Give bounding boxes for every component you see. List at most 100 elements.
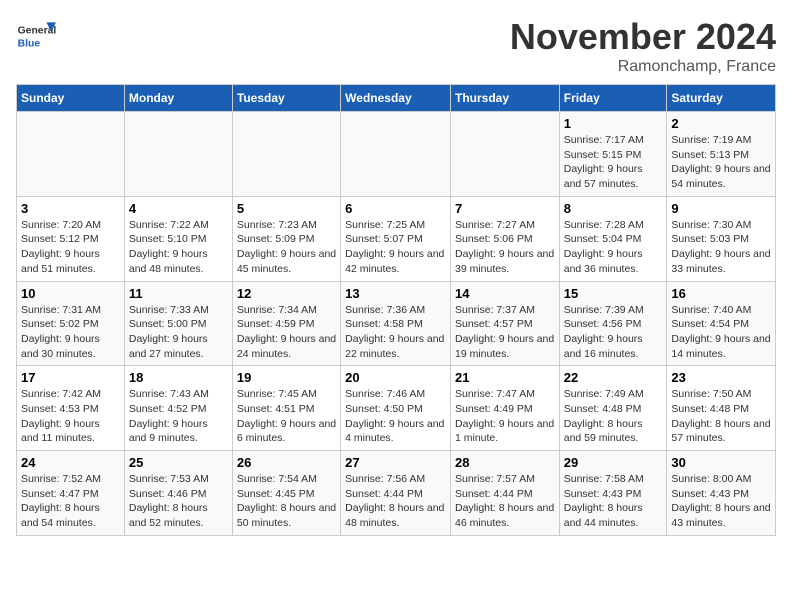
calendar-cell: 9 Sunrise: 7:30 AM Sunset: 5:03 PM Daylig…: [667, 196, 776, 281]
day-number: 8: [564, 201, 663, 216]
day-number: 11: [129, 286, 228, 301]
calendar-cell: 24 Sunrise: 7:52 AM Sunset: 4:47 PM Dayli…: [17, 451, 125, 536]
day-number: 18: [129, 370, 228, 385]
day-number: 24: [21, 455, 120, 470]
day-info: Sunrise: 7:49 AM Sunset: 4:48 PM Dayligh…: [564, 387, 663, 446]
col-header-monday: Monday: [124, 85, 232, 112]
day-number: 17: [21, 370, 120, 385]
col-header-sunday: Sunday: [17, 85, 125, 112]
day-number: 10: [21, 286, 120, 301]
calendar-cell: 7 Sunrise: 7:27 AM Sunset: 5:06 PM Daylig…: [450, 196, 559, 281]
day-number: 13: [345, 286, 446, 301]
day-info: Sunrise: 7:45 AM Sunset: 4:51 PM Dayligh…: [237, 387, 336, 446]
col-header-tuesday: Tuesday: [232, 85, 340, 112]
day-number: 2: [671, 116, 771, 131]
calendar-cell: 3Sunrise: 7:20 AM Sunset: 5:12 PM Daylig…: [17, 196, 125, 281]
day-info: Sunrise: 7:39 AM Sunset: 4:56 PM Dayligh…: [564, 303, 663, 362]
calendar-cell: 28Sunrise: 7:57 AM Sunset: 4:44 PM Dayli…: [450, 451, 559, 536]
day-number: 1: [564, 116, 663, 131]
calendar-cell: [232, 112, 340, 197]
day-info: Sunrise: 7:34 AM Sunset: 4:59 PM Dayligh…: [237, 303, 336, 362]
day-info: Sunrise: 7:56 AM Sunset: 4:44 PM Dayligh…: [345, 472, 446, 531]
day-number: 12: [237, 286, 336, 301]
day-info: Sunrise: 7:33 AM Sunset: 5:00 PM Dayligh…: [129, 303, 228, 362]
col-header-thursday: Thursday: [450, 85, 559, 112]
day-number: 29: [564, 455, 663, 470]
day-info: Sunrise: 7:46 AM Sunset: 4:50 PM Dayligh…: [345, 387, 446, 446]
calendar-cell: 12 Sunrise: 7:34 AM Sunset: 4:59 PM Dayli…: [232, 281, 340, 366]
calendar-cell: [17, 112, 125, 197]
calendar-cell: [341, 112, 451, 197]
day-info: Sunrise: 7:30 AM Sunset: 5:03 PM Dayligh…: [671, 218, 771, 277]
calendar-cell: 19 Sunrise: 7:45 AM Sunset: 4:51 PM Dayli…: [232, 366, 340, 451]
calendar-cell: 11 Sunrise: 7:33 AM Sunset: 5:00 PM Dayli…: [124, 281, 232, 366]
day-number: 7: [455, 201, 555, 216]
day-info: Sunrise: 7:20 AM Sunset: 5:12 PM Dayligh…: [21, 218, 120, 277]
day-number: 9: [671, 201, 771, 216]
day-info: Sunrise: 7:23 AM Sunset: 5:09 PM Dayligh…: [237, 218, 336, 277]
calendar-cell: 27 Sunrise: 7:56 AM Sunset: 4:44 PM Dayli…: [341, 451, 451, 536]
calendar-cell: 15Sunrise: 7:39 AM Sunset: 4:56 PM Dayli…: [559, 281, 667, 366]
day-info: Sunrise: 7:27 AM Sunset: 5:06 PM Dayligh…: [455, 218, 555, 277]
day-info: Sunrise: 7:47 AM Sunset: 4:49 PM Dayligh…: [455, 387, 555, 446]
calendar-cell: 18 Sunrise: 7:43 AM Sunset: 4:52 PM Dayli…: [124, 366, 232, 451]
day-info: Sunrise: 7:54 AM Sunset: 4:45 PM Dayligh…: [237, 472, 336, 531]
calendar-cell: 14 Sunrise: 7:37 AM Sunset: 4:57 PM Dayli…: [450, 281, 559, 366]
day-number: 16: [671, 286, 771, 301]
day-info: Sunrise: 7:22 AM Sunset: 5:10 PM Dayligh…: [129, 218, 228, 277]
col-header-wednesday: Wednesday: [341, 85, 451, 112]
day-number: 19: [237, 370, 336, 385]
day-info: Sunrise: 7:52 AM Sunset: 4:47 PM Dayligh…: [21, 472, 120, 531]
calendar-cell: 26 Sunrise: 7:54 AM Sunset: 4:45 PM Dayli…: [232, 451, 340, 536]
calendar-cell: 1Sunrise: 7:17 AM Sunset: 5:15 PM Daylig…: [559, 112, 667, 197]
day-number: 27: [345, 455, 446, 470]
day-number: 25: [129, 455, 228, 470]
day-info: Sunrise: 7:19 AM Sunset: 5:13 PM Dayligh…: [671, 133, 771, 192]
day-number: 22: [564, 370, 663, 385]
calendar-table: SundayMondayTuesdayWednesdayThursdayFrid…: [16, 84, 776, 536]
month-title: November 2024: [510, 16, 776, 58]
day-info: Sunrise: 7:43 AM Sunset: 4:52 PM Dayligh…: [129, 387, 228, 446]
title-area: November 2024 Ramonchamp, France: [510, 16, 776, 76]
svg-text:Blue: Blue: [18, 38, 41, 49]
calendar-cell: 6 Sunrise: 7:25 AM Sunset: 5:07 PM Daylig…: [341, 196, 451, 281]
col-header-friday: Friday: [559, 85, 667, 112]
day-number: 20: [345, 370, 446, 385]
calendar-cell: 10Sunrise: 7:31 AM Sunset: 5:02 PM Dayli…: [17, 281, 125, 366]
day-number: 6: [345, 201, 446, 216]
day-info: Sunrise: 7:42 AM Sunset: 4:53 PM Dayligh…: [21, 387, 120, 446]
day-info: Sunrise: 7:25 AM Sunset: 5:07 PM Dayligh…: [345, 218, 446, 277]
day-info: Sunrise: 7:37 AM Sunset: 4:57 PM Dayligh…: [455, 303, 555, 362]
calendar-cell: [450, 112, 559, 197]
logo: General Blue: [16, 16, 60, 56]
day-number: 23: [671, 370, 771, 385]
calendar-cell: 17 Sunrise: 7:42 AM Sunset: 4:53 PM Dayli…: [17, 366, 125, 451]
day-info: Sunrise: 7:53 AM Sunset: 4:46 PM Dayligh…: [129, 472, 228, 531]
calendar-cell: 23 Sunrise: 7:50 AM Sunset: 4:48 PM Dayli…: [667, 366, 776, 451]
calendar-cell: 4 Sunrise: 7:22 AM Sunset: 5:10 PM Daylig…: [124, 196, 232, 281]
day-info: Sunrise: 7:50 AM Sunset: 4:48 PM Dayligh…: [671, 387, 771, 446]
calendar-cell: 13 Sunrise: 7:36 AM Sunset: 4:58 PM Dayli…: [341, 281, 451, 366]
day-number: 4: [129, 201, 228, 216]
col-header-saturday: Saturday: [667, 85, 776, 112]
day-number: 26: [237, 455, 336, 470]
calendar-cell: 25 Sunrise: 7:53 AM Sunset: 4:46 PM Dayli…: [124, 451, 232, 536]
day-number: 14: [455, 286, 555, 301]
day-number: 5: [237, 201, 336, 216]
header: General Blue November 2024 Ramonchamp, F…: [16, 16, 776, 76]
calendar-cell: 5 Sunrise: 7:23 AM Sunset: 5:09 PM Daylig…: [232, 196, 340, 281]
calendar-cell: 21 Sunrise: 7:47 AM Sunset: 4:49 PM Dayli…: [450, 366, 559, 451]
day-number: 28: [455, 455, 555, 470]
calendar-cell: 30Sunrise: 8:00 AM Sunset: 4:43 PM Dayli…: [667, 451, 776, 536]
calendar-cell: 16Sunrise: 7:40 AM Sunset: 4:54 PM Dayli…: [667, 281, 776, 366]
calendar-cell: 29 Sunrise: 7:58 AM Sunset: 4:43 PM Dayli…: [559, 451, 667, 536]
calendar-cell: [124, 112, 232, 197]
day-info: Sunrise: 8:00 AM Sunset: 4:43 PM Dayligh…: [671, 472, 771, 531]
calendar-cell: 22 Sunrise: 7:49 AM Sunset: 4:48 PM Dayli…: [559, 366, 667, 451]
day-info: Sunrise: 7:58 AM Sunset: 4:43 PM Dayligh…: [564, 472, 663, 531]
day-number: 21: [455, 370, 555, 385]
calendar-cell: 20 Sunrise: 7:46 AM Sunset: 4:50 PM Dayli…: [341, 366, 451, 451]
day-info: Sunrise: 7:36 AM Sunset: 4:58 PM Dayligh…: [345, 303, 446, 362]
day-info: Sunrise: 7:28 AM Sunset: 5:04 PM Dayligh…: [564, 218, 663, 277]
calendar-cell: 8 Sunrise: 7:28 AM Sunset: 5:04 PM Daylig…: [559, 196, 667, 281]
